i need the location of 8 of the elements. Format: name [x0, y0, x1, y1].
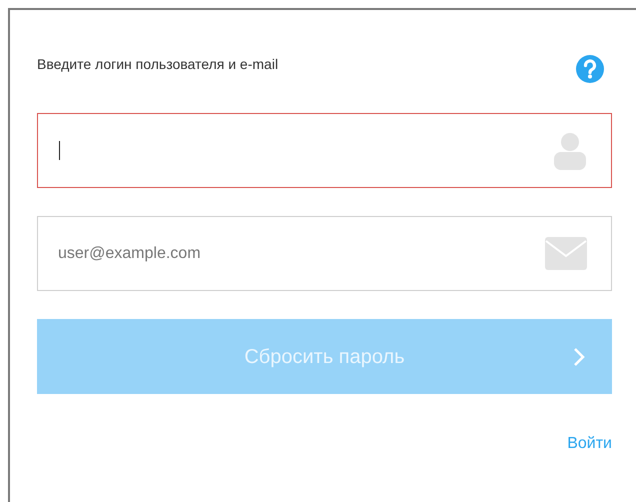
help-icon[interactable] — [575, 54, 605, 84]
envelope-icon — [545, 237, 587, 270]
user-icon — [553, 132, 587, 170]
text-field[interactable]: user@example.com — [37, 216, 612, 291]
instruction-text: Введите логин пользователя и e-mail — [37, 55, 278, 74]
chevron-right-icon — [573, 347, 585, 367]
login-link[interactable]: Войти — [567, 432, 612, 456]
text-field[interactable] — [37, 113, 612, 188]
